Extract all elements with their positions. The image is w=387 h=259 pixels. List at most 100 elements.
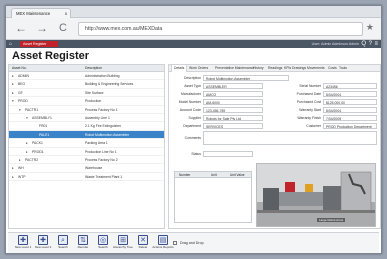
tree-row-description: Building & Engineering Services xyxy=(85,82,134,87)
asset-type-label: Asset Type xyxy=(184,84,201,88)
reorder-icon: ⇅ xyxy=(78,235,88,245)
customer-label: Customer xyxy=(306,124,321,128)
tree-row[interactable]: ▾ PACTR1 Process Factory No 1 xyxy=(9,106,164,114)
tree-row-code: PACTR1 xyxy=(25,107,39,112)
description-field[interactable]: Robot Multimotion Assembler xyxy=(203,75,289,81)
col-unit[interactable]: Unit xyxy=(211,172,217,178)
reload-icon[interactable]: C xyxy=(56,22,70,36)
tree-row[interactable]: ▾ PROD Production xyxy=(9,97,164,106)
tab-work-orders[interactable]: Work Orders xyxy=(187,65,210,72)
forward-arrow-icon[interactable]: → xyxy=(35,22,49,36)
help-icon[interactable]: ? xyxy=(369,40,372,48)
search-button[interactable]: ⌕ Search xyxy=(52,235,74,253)
tree-row[interactable]: FR01 2.1 Kg Fire Extinguisher xyxy=(9,122,164,131)
toolbar-button-label: Delete xyxy=(138,245,148,249)
expand-arrow-icon[interactable]: ▸ xyxy=(26,139,28,147)
col-unit-value[interactable]: Unit Value xyxy=(230,172,244,178)
tree-row-code: WTP xyxy=(18,174,26,179)
delete-button[interactable]: ✕ Delete xyxy=(132,235,154,253)
close-icon[interactable]: x xyxy=(65,9,67,18)
purchased-date-label: Purchased Date xyxy=(296,92,321,96)
department-field[interactable]: SERVICES xyxy=(203,123,263,129)
account-field[interactable]: 123-456-789 xyxy=(203,107,263,113)
expand-arrow-icon[interactable]: ▸ xyxy=(12,72,14,80)
tree-icon: ⊞ xyxy=(118,235,128,245)
serial-label: Serial Number xyxy=(299,84,321,88)
tree-row-description: 2.1 Kg Fire Extinguisher xyxy=(85,124,122,129)
actions-reports-button[interactable]: ▤ Actions Reports xyxy=(152,235,174,253)
tree-row[interactable]: ▸ ADMIN Administration Building xyxy=(9,72,164,81)
tab-details[interactable]: Details xyxy=(171,64,188,72)
tree-row[interactable]: ▸ PACTR2 Process Factory No 2 xyxy=(9,156,164,165)
model-field[interactable]: AM-6000 xyxy=(203,99,263,105)
add-sublevel-icon: ✚ xyxy=(38,235,48,245)
new-level-1-button[interactable]: ✚ New Level 1 xyxy=(12,235,34,253)
warranty-start-label: Warranty Start xyxy=(299,108,321,112)
tree-row-code: PROD xyxy=(18,99,28,104)
tree-row[interactable]: ▾ ASSEMBLY1 Assembly Line 1 xyxy=(9,114,164,123)
hierarchy-tree-button[interactable]: ⊞ Hierarchy Tree xyxy=(112,235,134,253)
tree-row-code: FR01 xyxy=(39,124,48,129)
tree-row[interactable]: ▸ PROD1 Production Line No 1 xyxy=(9,148,164,156)
tree-row-description: Process Factory No 1 xyxy=(85,107,118,112)
expand-arrow-icon[interactable]: ▸ xyxy=(12,80,14,88)
tree-row-description: Administration Building xyxy=(85,74,120,78)
address-bar[interactable]: http://www.mex.com.au/MEXData xyxy=(78,22,363,36)
spares-grid: Number Unit Unit Value xyxy=(174,171,252,223)
col-description[interactable]: Description xyxy=(85,65,102,72)
home-icon[interactable]: ⌂ xyxy=(9,41,12,47)
browser-tab[interactable]: MEX Maintenance x xyxy=(11,8,71,18)
tree-row[interactable]: ▸ WTP Waste Treatment Plant 1 xyxy=(9,173,164,182)
expand-arrow-icon[interactable]: ▸ xyxy=(12,89,14,97)
asset-photo[interactable]: Large Robot Arms xyxy=(256,163,376,227)
warranty-finish-label: Warranty Finish xyxy=(297,116,321,120)
tree-row-description: Process Factory No 2 xyxy=(85,157,118,162)
tree-row-description: Site Surface xyxy=(85,90,104,95)
asset-type-field[interactable]: ASSEMBLER xyxy=(203,83,263,89)
manufacturer-field[interactable]: AMCO xyxy=(203,91,263,97)
collapse-arrow-icon[interactable]: ▾ xyxy=(19,106,21,114)
add-level-icon: ✚ xyxy=(18,235,28,245)
tree-row[interactable]: ▸ PACK1 Packing Area 1 xyxy=(9,139,164,148)
customer-field[interactable]: PROD Production Department xyxy=(323,123,377,129)
serial-field[interactable]: A23456 xyxy=(323,83,377,89)
drag-drop-checkbox[interactable] xyxy=(173,241,177,246)
supplier-field[interactable]: Robots for Sale Pty Ltd xyxy=(203,115,263,121)
purchased-date-field[interactable]: 8/04/2004 xyxy=(323,91,377,97)
collapse-arrow-icon[interactable]: ▾ xyxy=(12,97,14,105)
back-arrow-icon[interactable]: ← xyxy=(14,22,28,36)
tab-tools[interactable]: Tools xyxy=(337,65,349,72)
tree-row[interactable]: ▸ GF Site Surface xyxy=(9,89,164,98)
page-title: Asset Register xyxy=(12,50,90,62)
tree-row[interactable]: ▸ WH Warehouse xyxy=(9,164,164,173)
browser-navbar: ← → C http://www.mex.com.au/MEXData ★ xyxy=(6,18,381,40)
tree-row[interactable]: PALE1 Robot Multimotion Assembler xyxy=(9,130,164,140)
expand-arrow-icon[interactable]: ▸ xyxy=(19,156,21,164)
tab-movements[interactable]: Movements xyxy=(305,65,327,72)
bookmark-star-icon[interactable]: ★ xyxy=(366,22,374,33)
tree-row-code: ADMIN xyxy=(18,74,29,78)
col-asset-no[interactable]: Asset No. xyxy=(12,65,27,72)
expand-arrow-icon[interactable]: ▸ xyxy=(12,173,14,181)
new-level-2-button[interactable]: ✚ New Level 2 xyxy=(32,235,54,253)
user-info: User: Admin Adminson Admin xyxy=(311,42,359,46)
expand-arrow-icon[interactable]: ▸ xyxy=(26,148,28,156)
reorder-button[interactable]: ⇅ Reorder xyxy=(72,235,94,253)
expand-arrow-icon[interactable]: ▸ xyxy=(12,164,14,172)
tab-history[interactable]: History xyxy=(251,65,266,72)
status-field[interactable] xyxy=(203,151,253,157)
drag-drop-toggle[interactable]: Drag and Drop xyxy=(173,241,204,246)
collapse-arrow-icon[interactable]: ▾ xyxy=(26,114,28,122)
tab-preventative-maintenance[interactable]: Preventative Maintenance xyxy=(213,65,256,72)
warranty-start-field[interactable]: 8/04/2004 xyxy=(323,107,377,113)
search-button[interactable]: ◎ Search xyxy=(92,235,114,253)
tree-row[interactable]: ▸ BEG Building & Engineering Services xyxy=(9,80,164,89)
warranty-finish-field[interactable]: 7/04/2005 xyxy=(323,115,377,121)
menu-icon[interactable]: ≡ xyxy=(374,40,378,48)
search-icon[interactable]: Q xyxy=(361,40,366,48)
purchase-cost-field[interactable]: $125,000.00 xyxy=(323,99,377,105)
tree-row-description: Production xyxy=(85,99,102,104)
breadcrumb[interactable]: Asset Register xyxy=(20,41,58,47)
comments-field[interactable] xyxy=(203,131,377,145)
col-number[interactable]: Number xyxy=(179,172,190,178)
